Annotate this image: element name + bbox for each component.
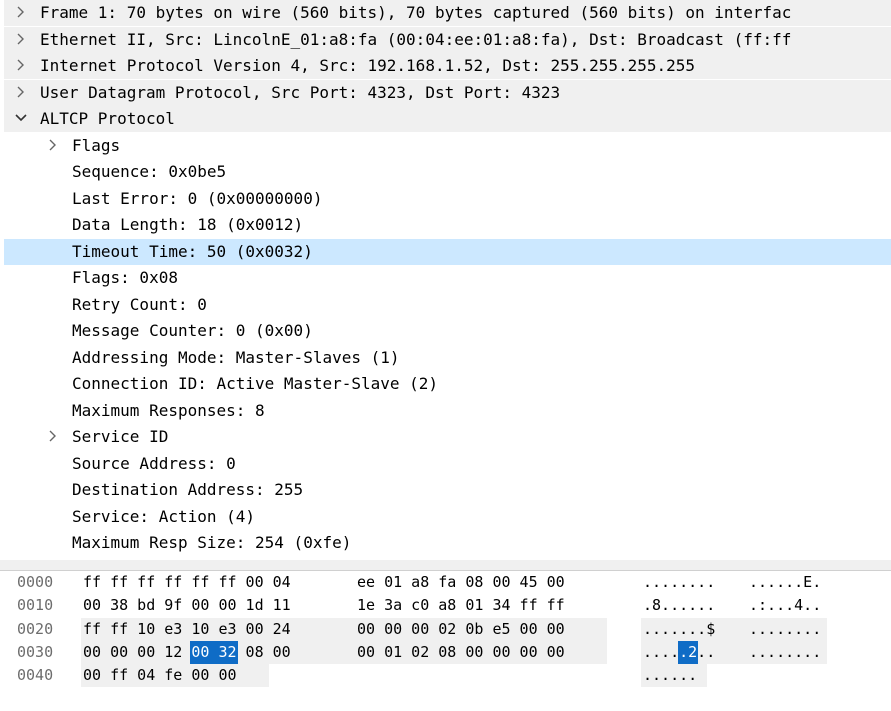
ascii-bytes[interactable]: ......E. bbox=[749, 571, 821, 594]
byte-offset: 0030 bbox=[17, 642, 54, 661]
tree-row-field[interactable]: Flags: 0x08 bbox=[4, 265, 891, 291]
tree-row-field[interactable]: Timeout Time: 50 (0x0032) bbox=[4, 238, 891, 265]
tree-row-field[interactable]: Data Length: 18 (0x0012) bbox=[4, 212, 891, 238]
chevron-right-icon[interactable] bbox=[46, 138, 60, 152]
bytes-row[interactable]: 0020 ff ff 10 e3 10 e3 00 24 00 00 00 02 0… bbox=[0, 617, 891, 641]
tree-row-label: User Datagram Protocol, Src Port: 4323, … bbox=[40, 82, 561, 102]
tree-row-label: Maximum Resp Size: 254 (0xfe) bbox=[72, 533, 352, 552]
tree-row-label: Internet Protocol Version 4, Src: 192.16… bbox=[40, 56, 696, 75]
tree-row-protocol[interactable]: Frame 1: 70 bytes on wire (560 bits), 70… bbox=[4, 0, 891, 26]
tree-row-label: Data Length: 18 (0x0012) bbox=[72, 215, 304, 234]
selected-hex-bytes[interactable]: 00 32 bbox=[191, 641, 236, 664]
chevron-right-icon[interactable] bbox=[14, 58, 28, 72]
chevron-down-icon[interactable] bbox=[14, 111, 28, 125]
tree-row-protocol[interactable]: Ethernet II, Src: LincolnE_01:a8:fa (00:… bbox=[4, 26, 891, 53]
tree-row-field[interactable]: Last Error: 0 (0x00000000) bbox=[4, 186, 891, 212]
tree-row-label: Flags bbox=[72, 135, 121, 155]
tree-row-label: Flags: 0x08 bbox=[72, 268, 178, 287]
tree-row-field[interactable]: Maximum Responses: 8 bbox=[4, 398, 891, 424]
tree-row-field[interactable]: Flags bbox=[4, 133, 891, 159]
tree-row-field[interactable]: Message Counter: 0 (0x00) bbox=[4, 318, 891, 344]
hex-bytes[interactable]: 00 00 00 02 0b e5 00 00 bbox=[357, 618, 565, 641]
tree-row-label: Connection ID: Active Master-Slave (2) bbox=[72, 374, 439, 393]
chevron-right-icon[interactable] bbox=[14, 85, 28, 99]
tree-row-label: Frame 1: 70 bytes on wire (560 bits), 70… bbox=[40, 3, 792, 22]
tree-row-field[interactable]: Service: Action (4) bbox=[4, 504, 891, 530]
tree-row-label: Addressing Mode: Master-Slaves (1) bbox=[72, 347, 400, 367]
byte-offset: 0020 bbox=[17, 619, 54, 638]
hex-bytes[interactable]: 00 00 00 12 00 32 08 00 bbox=[83, 641, 291, 664]
tree-row-label: Maximum Responses: 8 bbox=[72, 400, 265, 420]
ascii-bytes[interactable]: ........ bbox=[749, 641, 821, 664]
ascii-bytes[interactable]: .. bbox=[697, 641, 715, 664]
tree-row-field[interactable]: Connection ID: Active Master-Slave (2) bbox=[4, 371, 891, 397]
packet-bytes-pane[interactable]: 0000 ff ff ff ff ff ff 00 04 ee 01 a8 fa 0… bbox=[0, 571, 891, 711]
byte-offset: 0040 bbox=[17, 666, 54, 685]
ascii-bytes[interactable]: ...... bbox=[643, 664, 697, 687]
packet-details-pane[interactable]: Frame 1: 70 bytes on wire (560 bits), 70… bbox=[0, 0, 891, 561]
bytes-row[interactable]: 0010 00 38 bd 9f 00 00 1d 11 1e 3a c0 a8 0… bbox=[0, 594, 891, 617]
tree-row-label: Service ID bbox=[72, 427, 169, 446]
ascii-bytes[interactable]: ........ bbox=[749, 618, 821, 641]
tree-row-protocol[interactable]: ALTCP Protocol bbox=[4, 106, 891, 132]
hex-bytes[interactable]: 00 ff 04 fe 00 00 bbox=[83, 664, 237, 687]
bytes-row[interactable]: 0030 00 00 00 12 00 32 08 00 00 01 02 08 0… bbox=[0, 640, 891, 664]
bytes-row[interactable]: 0000 ff ff ff ff ff ff 00 04 ee 01 a8 fa 0… bbox=[0, 571, 891, 594]
ascii-bytes[interactable]: .8...... bbox=[643, 594, 715, 617]
tree-row-label: Last Error: 0 (0x00000000) bbox=[72, 188, 323, 208]
tree-row-label: Sequence: 0x0be5 bbox=[72, 162, 227, 181]
tree-row-field[interactable]: Sequence: 0x0be5 bbox=[4, 159, 891, 185]
selected-ascii-bytes[interactable]: .2 bbox=[679, 641, 697, 664]
tree-row-label: Destination Address: 255 bbox=[72, 480, 304, 499]
tree-row-label: Source Address: 0 bbox=[72, 453, 236, 473]
chevron-right-icon[interactable] bbox=[14, 32, 28, 46]
ascii-bytes[interactable]: ........ bbox=[643, 571, 715, 594]
ascii-bytes[interactable]: .:...4.. bbox=[749, 594, 821, 617]
tree-row-field[interactable]: Service ID bbox=[4, 424, 891, 450]
hex-bytes[interactable]: ee 01 a8 fa 08 00 45 00 bbox=[357, 571, 565, 594]
tree-row-field[interactable]: Maximum Resp Size: 254 (0xfe) bbox=[4, 530, 891, 556]
tree-row-label: Timeout Time: 50 (0x0032) bbox=[72, 241, 313, 261]
tree-row-label: Ethernet II, Src: LincolnE_01:a8:fa (00:… bbox=[40, 29, 792, 49]
tree-row-label: Message Counter: 0 (0x00) bbox=[72, 321, 313, 340]
chevron-right-icon[interactable] bbox=[14, 5, 28, 19]
tree-row-protocol[interactable]: User Datagram Protocol, Src Port: 4323, … bbox=[4, 79, 891, 106]
hex-bytes[interactable]: ff ff ff ff ff ff 00 04 bbox=[83, 571, 291, 594]
pane-splitter[interactable] bbox=[0, 560, 891, 571]
byte-offset: 0010 bbox=[17, 596, 54, 615]
tree-row-label: ALTCP Protocol bbox=[40, 109, 175, 128]
byte-offset: 0000 bbox=[17, 573, 54, 591]
tree-row-field[interactable]: Addressing Mode: Master-Slaves (1) bbox=[4, 345, 891, 371]
hex-bytes[interactable]: 1e 3a c0 a8 01 34 ff ff bbox=[357, 594, 565, 617]
tree-row-field[interactable]: Source Address: 0 bbox=[4, 451, 891, 477]
tree-row-field[interactable]: Destination Address: 255 bbox=[4, 477, 891, 503]
hex-bytes[interactable]: 00 01 02 08 00 00 00 00 bbox=[357, 641, 565, 664]
tree-row-label: Service: Action (4) bbox=[72, 506, 256, 526]
ascii-bytes[interactable]: .... bbox=[643, 641, 679, 664]
ascii-bytes[interactable]: .......$ bbox=[643, 618, 715, 641]
bytes-row[interactable]: 0040 00 ff 04 fe 00 00...... bbox=[0, 664, 891, 688]
hex-bytes[interactable]: ff ff 10 e3 10 e3 00 24 bbox=[83, 618, 291, 641]
tree-row-label: Retry Count: 0 bbox=[72, 294, 207, 314]
tree-row-field[interactable]: Retry Count: 0 bbox=[4, 292, 891, 318]
hex-bytes[interactable]: 00 38 bd 9f 00 00 1d 11 bbox=[83, 594, 291, 617]
tree-row-protocol[interactable]: Internet Protocol Version 4, Src: 192.16… bbox=[4, 53, 891, 79]
chevron-right-icon[interactable] bbox=[46, 429, 60, 443]
